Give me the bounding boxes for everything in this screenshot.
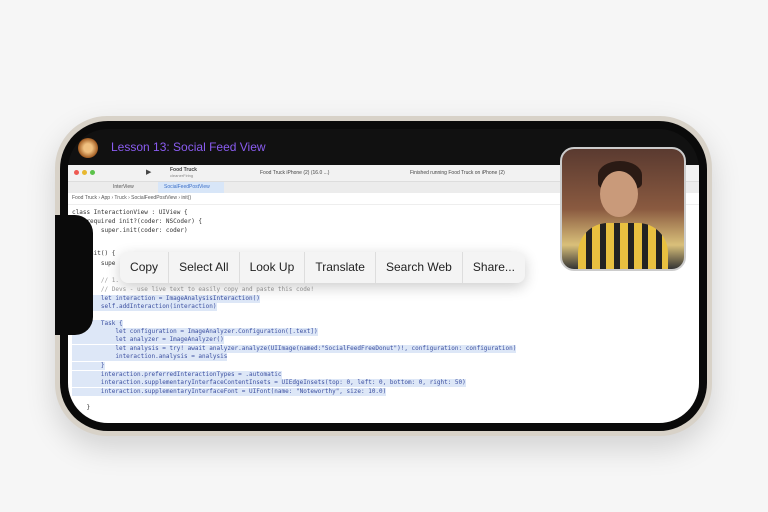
code-line[interactable]: let analyzer = ImageAnalyzer() xyxy=(72,336,224,344)
code-line[interactable]: interaction.preferredInteractionTypes = … xyxy=(72,371,282,379)
code-line[interactable]: class InteractionView : UIView { xyxy=(72,209,188,217)
menu-search-web[interactable]: Search Web xyxy=(376,252,463,283)
code-line[interactable]: interaction.supplementaryInterfaceFont =… xyxy=(72,388,387,396)
dynamic-island xyxy=(55,215,93,335)
code-line[interactable]: interaction.analysis = analysis xyxy=(72,353,228,361)
scheme-sub: cleanerFiring xyxy=(170,173,194,178)
presenter-webcam xyxy=(560,147,686,271)
code-line[interactable]: let configuration = ImageAnalyzer.Config… xyxy=(72,328,318,336)
context-menu: Copy Select All Look Up Translate Search… xyxy=(120,252,525,283)
code-line[interactable]: let interaction = ImageAnalysisInteracti… xyxy=(72,295,260,303)
lesson-logo xyxy=(78,138,98,158)
code-line[interactable]: required init?(coder: NSCoder) { xyxy=(72,218,202,226)
menu-select-all[interactable]: Select All xyxy=(169,252,240,283)
code-line[interactable]: let analysis = try! await analyzer.analy… xyxy=(72,345,517,353)
code-line[interactable]: } xyxy=(72,404,90,412)
code-line[interactable]: self.addInteraction(interaction) xyxy=(72,303,217,311)
menu-look-up[interactable]: Look Up xyxy=(240,252,306,283)
lesson-title: Lesson 13: Social Feed View xyxy=(111,140,266,154)
code-line[interactable]: } xyxy=(72,362,105,370)
menu-share[interactable]: Share... xyxy=(463,252,525,283)
tab-interview[interactable]: InterView xyxy=(113,182,134,193)
menu-translate[interactable]: Translate xyxy=(305,252,376,283)
destination[interactable]: Food Truck iPhone (2) (16.0 ...) xyxy=(260,170,329,176)
menu-copy[interactable]: Copy xyxy=(120,252,170,283)
build-status: Finished running Food Truck on iPhone (2… xyxy=(410,170,505,176)
code-line[interactable]: // Devs - use live text to easily copy a… xyxy=(72,286,314,294)
run-icon[interactable]: ▶ xyxy=(146,168,151,176)
tab-socialfeedpostview[interactable]: SocialFeedPostView xyxy=(158,182,224,193)
code-line[interactable]: interaction.supplementaryInterfaceConten… xyxy=(72,379,466,387)
